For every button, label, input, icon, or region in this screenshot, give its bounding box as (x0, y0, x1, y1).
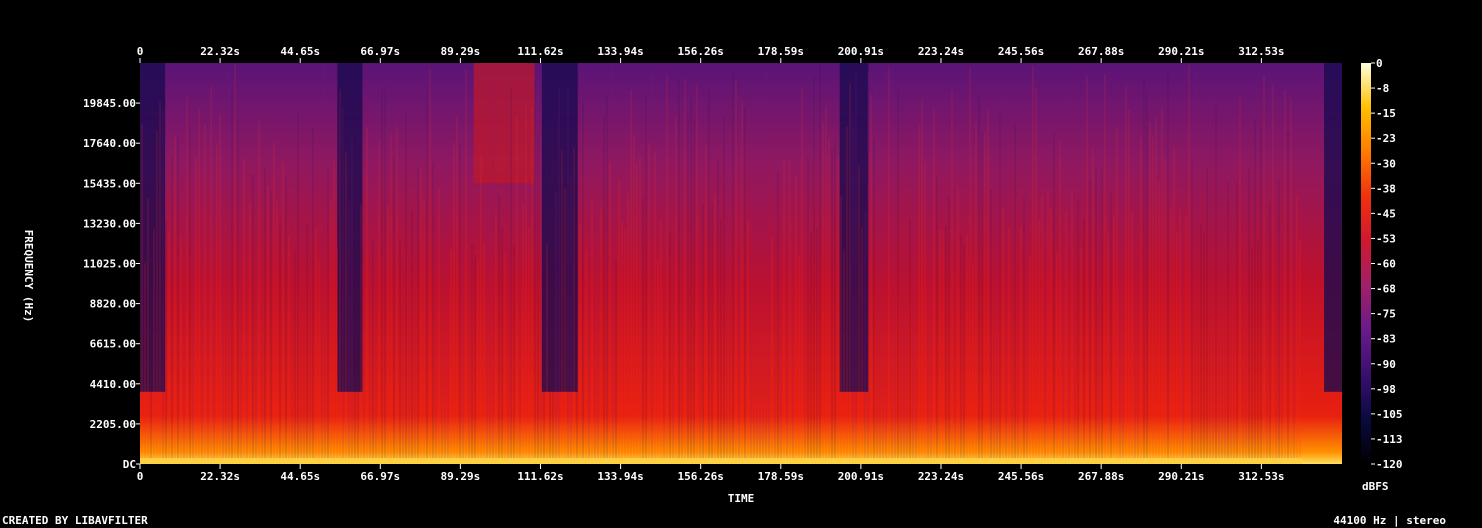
x-tick-label-top: 44.65s (280, 45, 320, 58)
colorbar-label: dBFS (1362, 480, 1389, 493)
y-axis-label: FREQUENCY (Hz) (22, 230, 35, 323)
colorbar-tick-label: -23 (1376, 132, 1396, 145)
colorbar-tick-label: -105 (1376, 408, 1403, 421)
y-tick-label: 6615.00 (90, 338, 136, 351)
colorbar-tick-label: -8 (1376, 82, 1389, 95)
colorbar-tick-label: -60 (1376, 258, 1396, 271)
x-tick-label-bottom: 89.29s (441, 470, 481, 483)
x-tick-label-top: 200.91s (838, 45, 884, 58)
x-tick-label-bottom: 178.59s (758, 470, 804, 483)
colorbar-tick-label: 0 (1376, 57, 1383, 70)
colorbar (1361, 63, 1371, 464)
x-tick-label-bottom: 223.24s (918, 470, 964, 483)
colorbar-tick-label: -113 (1376, 433, 1403, 446)
credit-text: CREATED BY LIBAVFILTER (2, 514, 148, 527)
x-tick-label-top: 133.94s (597, 45, 643, 58)
spectrogram-figure: 0 22.32s 44.65s 66.97s 89.29s 111.62s 133.94s 1… (2, 45, 1446, 527)
y-tick-label: 11025.00 (83, 258, 136, 271)
colorbar-tick-label: -38 (1376, 182, 1396, 195)
x-tick-label-top: 22.32s (200, 45, 240, 58)
y-tick-label: 8820.00 (90, 298, 136, 311)
y-tick-label: 17640.00 (83, 137, 136, 150)
y-tick-label: 4410.00 (90, 378, 136, 391)
colorbar-ticks: 0 -8 -15 -23 -30 -38 -45 -53 -60 -68 -75 -83 -90 -98 -… (1371, 57, 1403, 471)
colorbar-tick-label: -68 (1376, 283, 1396, 296)
spectrogram-plot (140, 63, 1342, 464)
x-tick-label-top: 66.97s (360, 45, 400, 58)
x-tick-label-top: 290.21s (1158, 45, 1204, 58)
x-tick-label-bottom: 245.56s (998, 470, 1044, 483)
x-tick-label-bottom: 312.53s (1238, 470, 1284, 483)
dc-band (140, 458, 1302, 464)
colorbar-tick-label: -53 (1376, 232, 1396, 245)
colorbar-tick-label: -45 (1376, 207, 1396, 220)
x-tick-label-bottom: 200.91s (838, 470, 884, 483)
colorbar-tick-label: -120 (1376, 458, 1403, 471)
x-tick-label-bottom: 290.21s (1158, 470, 1204, 483)
x-tick-label-bottom: 22.32s (200, 470, 240, 483)
x-axis-label: TIME (728, 492, 755, 505)
x-tick-label-top: 223.24s (918, 45, 964, 58)
x-tick-label-top: 156.26s (677, 45, 723, 58)
y-tick-label: DC (123, 458, 136, 471)
x-tick-label-top: 267.88s (1078, 45, 1124, 58)
x-tick-label-top: 245.56s (998, 45, 1044, 58)
x-tick-label-bottom: 133.94s (597, 470, 643, 483)
x-tick-label-top: 0 (137, 45, 144, 58)
sample-info-text: 44100 Hz | stereo (1333, 514, 1446, 527)
x-axis-bottom: 0 22.32s 44.65s 66.97s 89.29s 111.62s 133.94s 1… (137, 464, 1285, 483)
colorbar-tick-label: -83 (1376, 333, 1396, 346)
colorbar-tick-label: -15 (1376, 107, 1396, 120)
quiet-segment (337, 63, 363, 392)
y-axis: DC 2205.00 4410.00 6615.00 8820.00 11025.00 13… (83, 97, 140, 471)
x-tick-label-bottom: 0 (137, 470, 144, 483)
y-tick-label: 15435.00 (83, 177, 136, 190)
colorbar-tick-label: -90 (1376, 358, 1396, 371)
colorbar-tick-label: -75 (1376, 308, 1396, 321)
x-tick-label-top: 89.29s (441, 45, 481, 58)
x-tick-label-top: 111.62s (517, 45, 563, 58)
x-tick-label-top: 312.53s (1238, 45, 1284, 58)
colorbar-tick-label: -30 (1376, 157, 1396, 170)
x-axis-top: 0 22.32s 44.65s 66.97s 89.29s 111.62s 133.94s 1… (137, 45, 1285, 63)
colorbar-tick-label: -98 (1376, 383, 1396, 396)
y-tick-label: 13230.00 (83, 217, 136, 230)
y-tick-label: 19845.00 (83, 97, 136, 110)
x-tick-label-bottom: 111.62s (517, 470, 563, 483)
x-tick-label-bottom: 267.88s (1078, 470, 1124, 483)
x-tick-label-bottom: 44.65s (280, 470, 320, 483)
x-tick-label-top: 178.59s (758, 45, 804, 58)
x-tick-label-bottom: 156.26s (677, 470, 723, 483)
quiet-segment (1324, 63, 1342, 392)
y-tick-label: 2205.00 (90, 418, 136, 431)
quiet-segment (140, 63, 166, 392)
x-tick-label-bottom: 66.97s (360, 470, 400, 483)
